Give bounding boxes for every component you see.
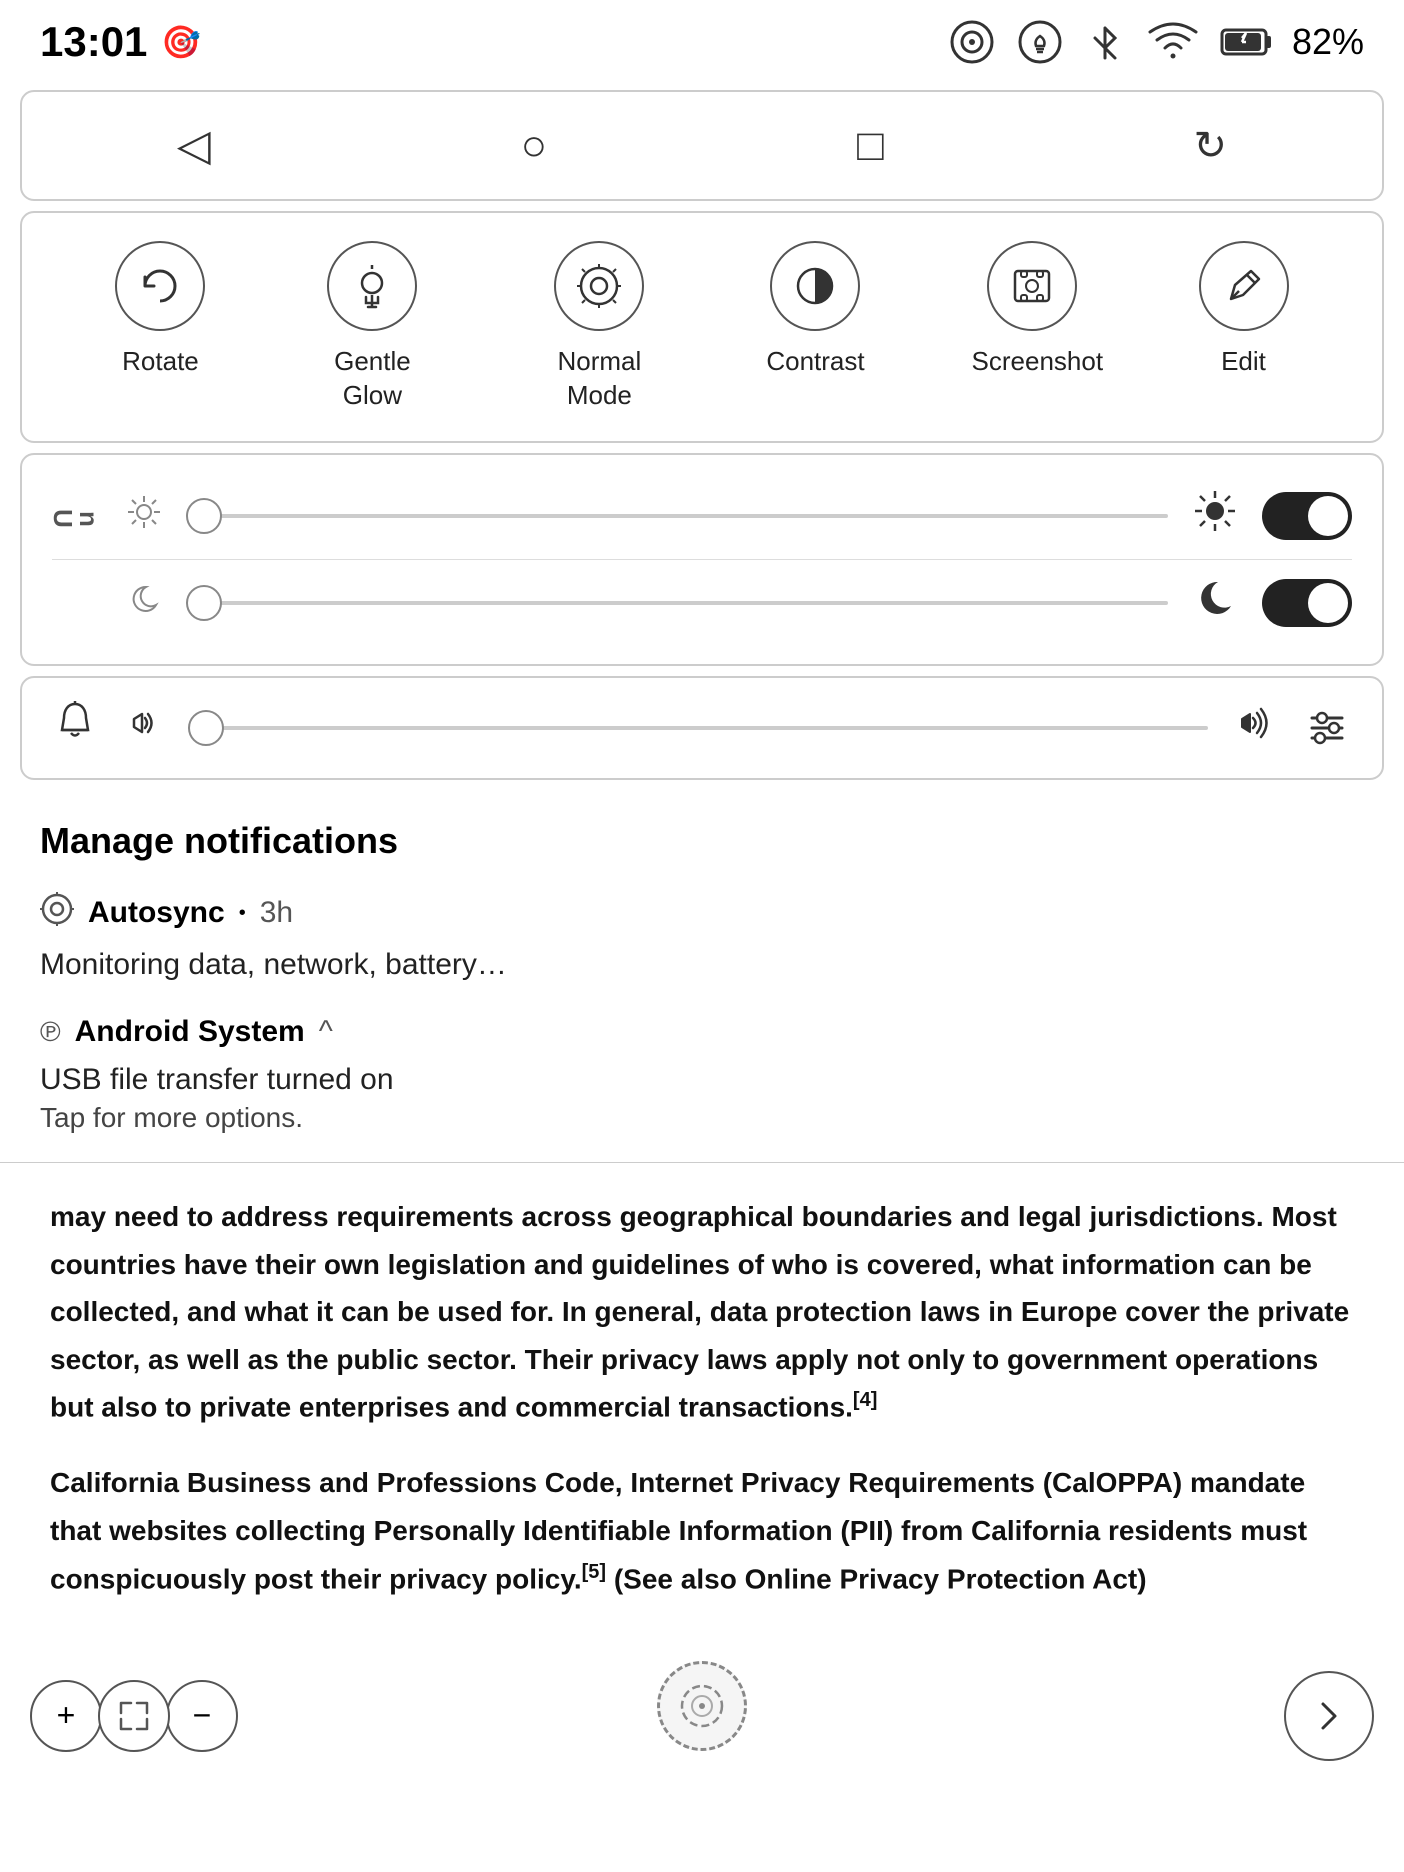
night-low-icon (124, 581, 164, 625)
refresh-button[interactable]: ↻ (1164, 113, 1258, 179)
bottom-bar: + − (0, 1651, 1404, 1781)
quick-item-gentle-glow[interactable]: Gentle Glow (312, 241, 432, 413)
rotate-icon-circle (115, 241, 205, 331)
android-system-caret: ^ (319, 1015, 333, 1049)
quick-items-row: Rotate Gentle Glow (62, 241, 1342, 413)
normal-mode-icon (576, 263, 622, 309)
clock: 13:01 (40, 18, 147, 66)
equalizer-icon[interactable] (1302, 700, 1352, 756)
edit-icon-circle (1199, 241, 1289, 331)
contrast-icon-circle (770, 241, 860, 331)
battery-percent: 82% (1292, 21, 1364, 63)
night-slider[interactable] (186, 601, 1168, 605)
contrast-label: Contrast (766, 345, 864, 379)
custom-icon-1 (948, 18, 996, 66)
battery-icon (1220, 18, 1272, 66)
expand-button[interactable] (98, 1680, 170, 1752)
rotate-label: Rotate (122, 345, 199, 379)
normal-mode-label: Normal Mode (539, 345, 659, 413)
autosync-time: 3h (260, 896, 293, 930)
screenshot-icon (1009, 263, 1055, 309)
brightness-slider[interactable] (186, 514, 1168, 518)
quick-item-rotate[interactable]: Rotate (115, 241, 205, 379)
status-time: 13:01 🎯 (40, 18, 201, 66)
screenshot-icon-circle (987, 241, 1077, 331)
article-paragraph-2: California Business and Professions Code… (50, 1459, 1354, 1602)
edit-label: Edit (1221, 345, 1266, 379)
recents-button[interactable]: □ (827, 111, 914, 181)
brightness-row: nU (52, 477, 1352, 555)
spinning-overlay-icon (657, 1661, 747, 1751)
forward-button[interactable] (1284, 1671, 1374, 1761)
quick-settings-panel: Rotate Gentle Glow (20, 211, 1384, 443)
zoom-out-button[interactable]: − (166, 1680, 238, 1752)
fab-group: + − (30, 1680, 234, 1752)
android-system-body2: Tap for more options. (40, 1102, 1364, 1134)
wifi-icon (1146, 18, 1200, 66)
nav-bar: ◁ ○ □ ↻ (20, 90, 1384, 201)
notifications-section: Manage notifications Autosync • 3h Monit… (0, 790, 1404, 1134)
gentle-glow-icon (349, 263, 395, 309)
bulb-icon (1016, 18, 1064, 66)
autosync-body: Monitoring data, network, battery… (40, 942, 1364, 987)
screenshot-label: Screenshot (972, 345, 1092, 379)
autosync-dot: • (239, 902, 246, 925)
status-bar: 13:01 🎯 (0, 0, 1404, 80)
back-button[interactable]: ◁ (147, 110, 241, 181)
bell-icon (52, 700, 98, 756)
autosync-app-name: Autosync (88, 896, 225, 930)
brightness-high-icon (1190, 489, 1240, 543)
brightness-panel: nU (20, 453, 1384, 667)
article-paragraph-1: may need to address requirements across … (50, 1193, 1354, 1431)
footnote-5: [5] (582, 1561, 606, 1583)
status-icons: 82% (948, 18, 1364, 66)
night-high-icon (1190, 576, 1240, 630)
quick-item-normal-mode[interactable]: Normal Mode (539, 241, 659, 413)
notification-autosync[interactable]: Autosync • 3h Monitoring data, network, … (40, 892, 1364, 987)
notification-android-system[interactable]: ℗ Android System ^ USB file transfer tur… (40, 1015, 1364, 1134)
font-size-icon: nU (52, 509, 102, 522)
zoom-in-button[interactable]: + (30, 1680, 102, 1752)
contrast-icon (792, 263, 838, 309)
quick-item-contrast[interactable]: Contrast (766, 241, 864, 379)
autosync-icon (40, 892, 74, 934)
normal-mode-icon-circle (554, 241, 644, 331)
gentle-glow-label: Gentle Glow (312, 345, 432, 413)
article-section: may need to address requirements across … (0, 1162, 1404, 1640)
manage-notifications-title: Manage notifications (40, 820, 1364, 862)
brightness-toggle[interactable] (1262, 492, 1352, 540)
volume-panel (20, 676, 1384, 780)
volume-slider[interactable] (188, 726, 1208, 730)
footnote-4: [4] (853, 1389, 877, 1411)
android-system-icon: ℗ (40, 1016, 61, 1048)
quick-item-edit[interactable]: Edit (1199, 241, 1289, 379)
brightness-low-icon (124, 494, 164, 538)
night-mode-row (52, 564, 1352, 642)
quick-item-screenshot[interactable]: Screenshot (972, 241, 1092, 379)
home-button[interactable]: ○ (491, 111, 578, 181)
android-system-body1: USB file transfer turned on (40, 1057, 1364, 1102)
volume-high-icon (1230, 700, 1280, 756)
night-toggle[interactable] (1262, 579, 1352, 627)
edit-icon (1221, 263, 1267, 309)
rotate-icon (137, 263, 183, 309)
bluetooth-icon (1084, 18, 1126, 66)
gentle-glow-icon-circle (327, 241, 417, 331)
volume-low-icon (120, 700, 166, 756)
android-system-app-name: Android System (75, 1015, 305, 1049)
location-icon: 🎯 (161, 23, 201, 61)
